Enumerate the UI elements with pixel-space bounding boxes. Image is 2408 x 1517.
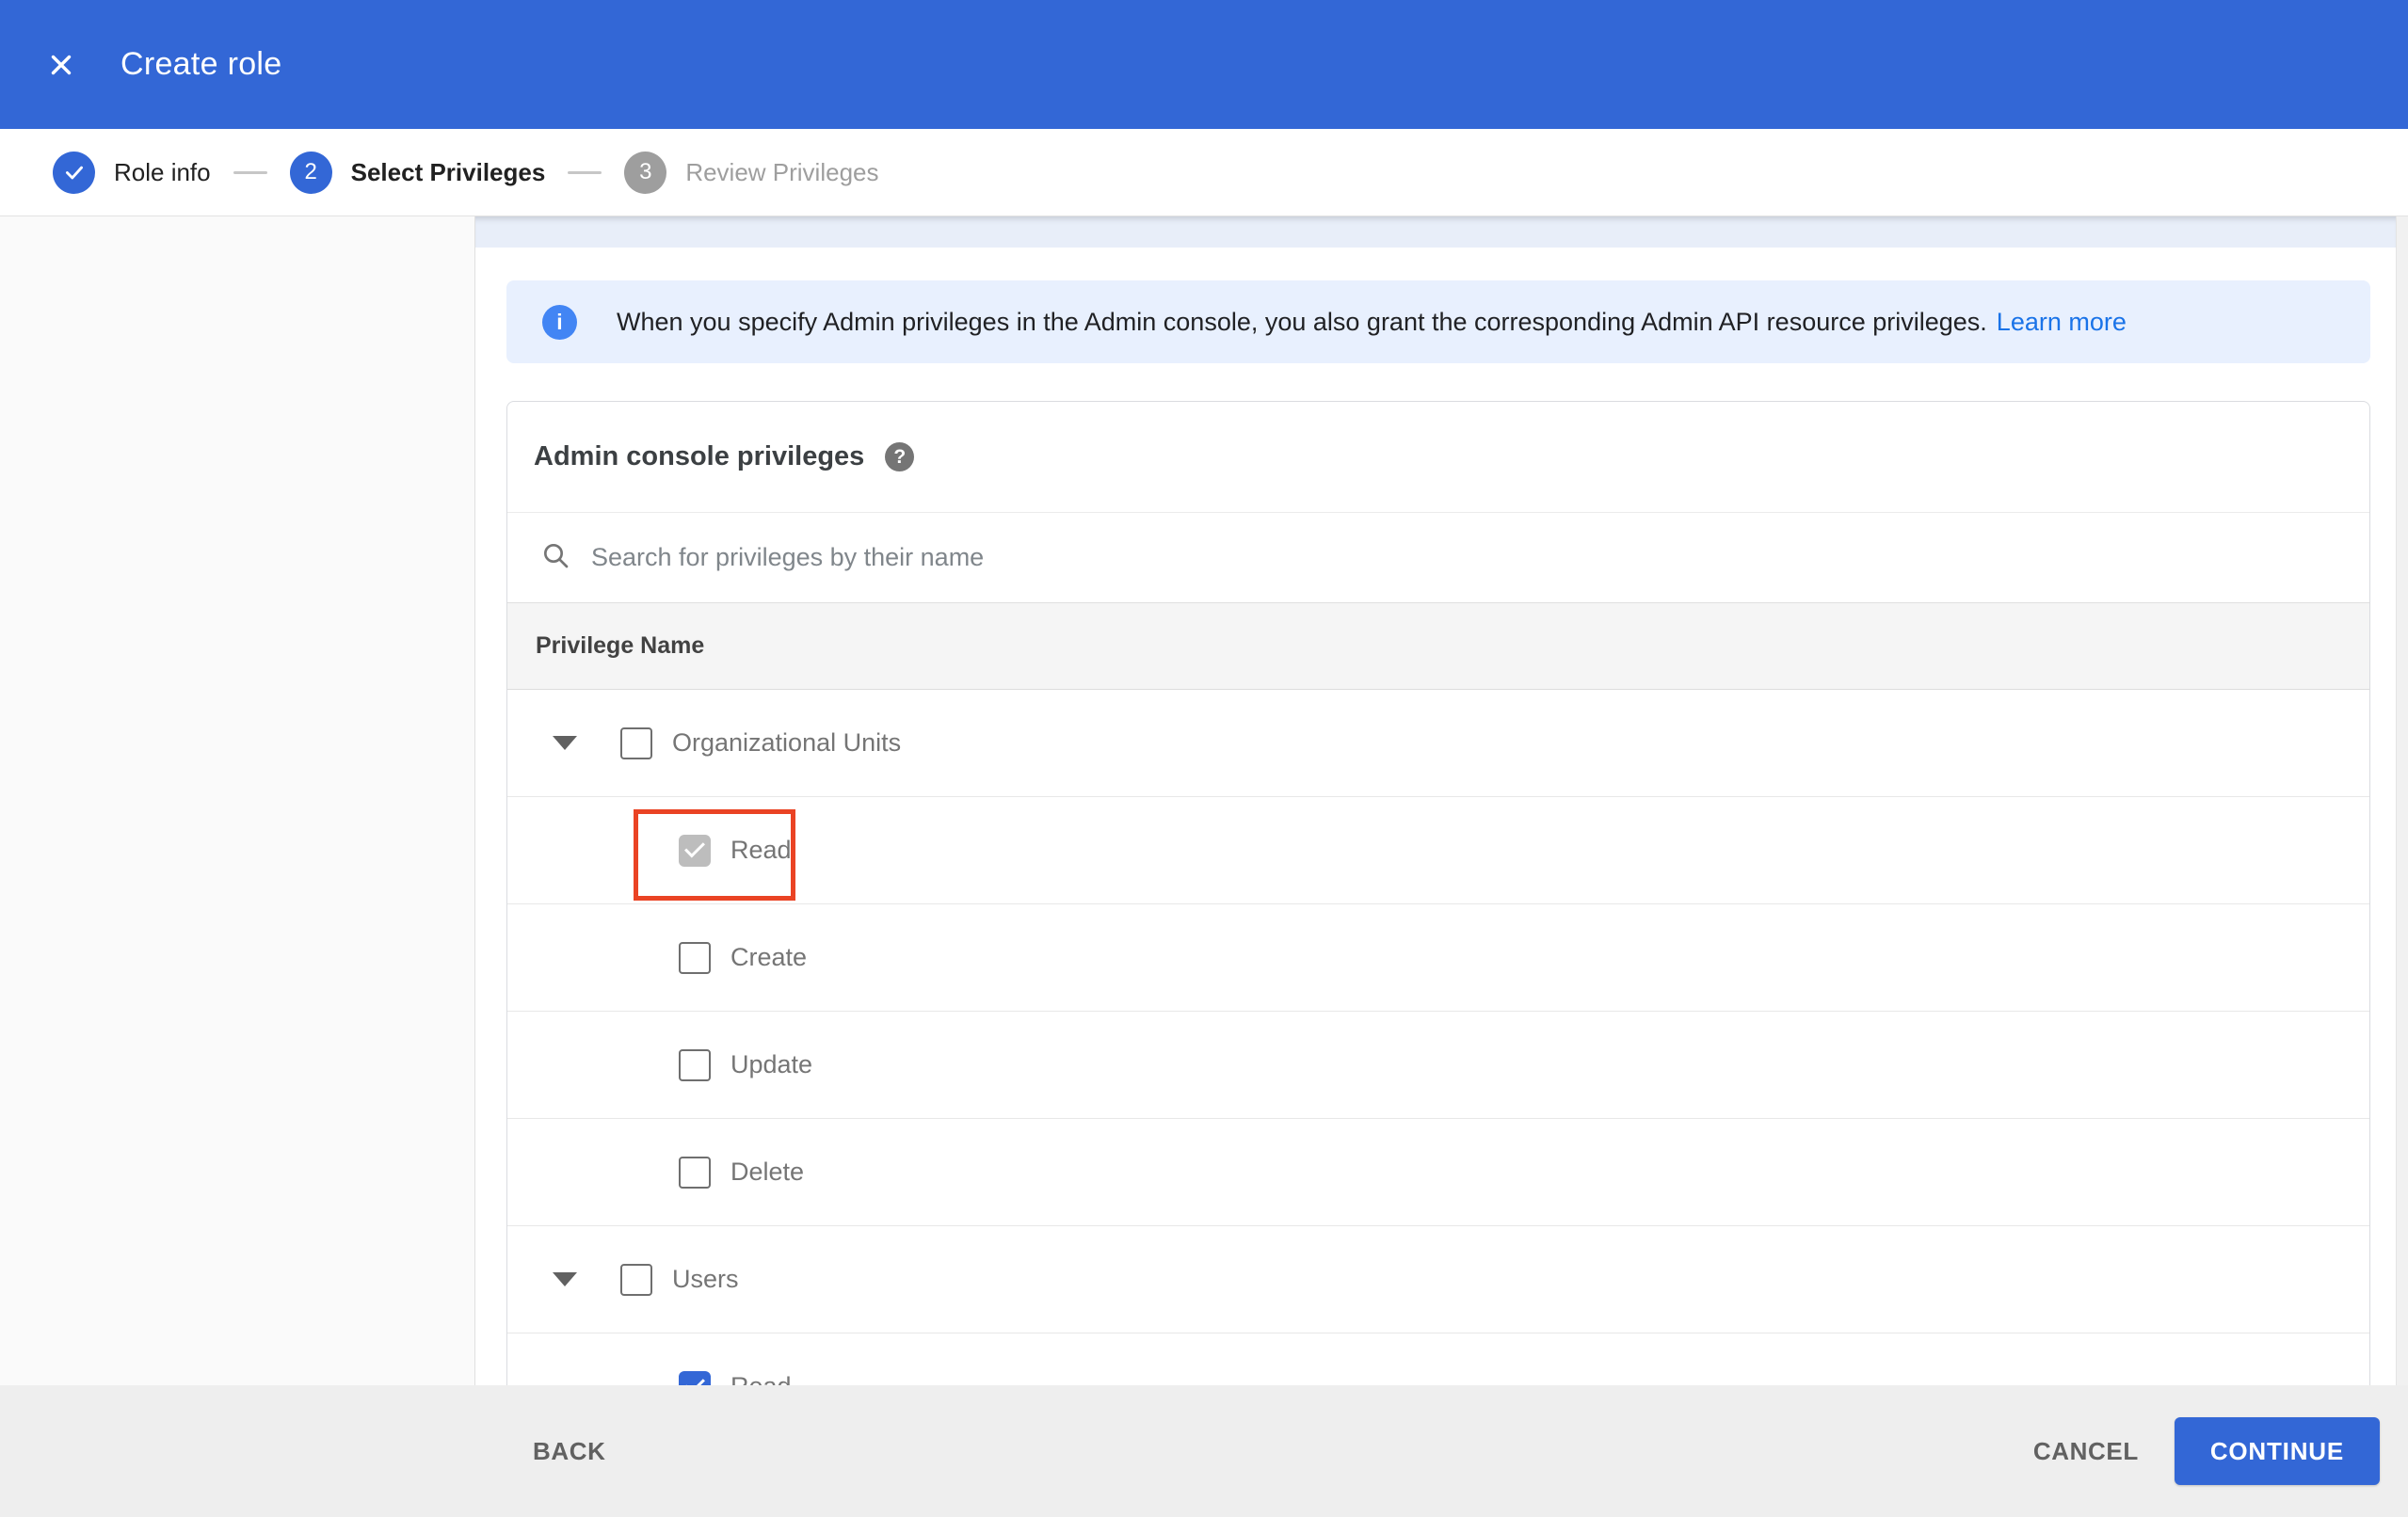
privilege-label: Users (672, 1265, 739, 1293)
step-number: 2 (289, 151, 332, 194)
continue-button[interactable]: CONTINUE (2174, 1417, 2380, 1485)
checkbox-users[interactable] (620, 1263, 652, 1296)
info-banner: i When you specify Admin privileges in t… (506, 280, 2370, 363)
step-review-privileges[interactable]: 3 Review Privileges (624, 151, 879, 194)
privileges-card: Admin console privileges ? Privilege Nam… (506, 401, 2370, 1385)
scrolled-content-peek (475, 216, 2396, 248)
checkbox-update[interactable] (679, 1048, 711, 1081)
help-icon[interactable]: ? (885, 442, 915, 471)
app-bar: Create role (0, 0, 2408, 129)
scrollbar[interactable] (2396, 216, 2408, 1385)
table-row-read-org-units: Read (507, 797, 2369, 904)
privilege-label: Update (730, 1050, 813, 1078)
checkbox-create[interactable] (679, 941, 711, 974)
left-panel (0, 216, 475, 1385)
scroll-area: i When you specify Admin privileges in t… (475, 216, 2396, 1385)
table-row-create: Create (507, 904, 2369, 1012)
close-icon[interactable] (40, 43, 83, 87)
card-title-row: Admin console privileges ? (507, 402, 2369, 513)
footer-bar: BACK CANCEL CONTINUE (0, 1385, 2408, 1517)
page-title: Create role (120, 46, 282, 82)
search-icon (540, 540, 570, 575)
caret-down-icon[interactable] (553, 1272, 577, 1286)
step-connector (568, 170, 602, 174)
checkbox-read-users-checked[interactable] (679, 1370, 711, 1385)
step-number: 3 (624, 151, 667, 194)
step-select-privileges[interactable]: 2 Select Privileges (289, 151, 546, 194)
table-row-delete: Delete (507, 1119, 2369, 1226)
step-connector (233, 170, 267, 174)
learn-more-link[interactable]: Learn more (1997, 308, 2127, 336)
column-header-privilege-name: Privilege Name (536, 632, 705, 659)
search-input[interactable] (591, 543, 1627, 572)
table-row-organizational-units: Organizational Units (507, 690, 2369, 797)
step-label: Role info (114, 157, 211, 186)
checkbox-read-checked[interactable] (679, 834, 711, 867)
step-label: Review Privileges (685, 157, 879, 186)
cancel-button[interactable]: CANCEL (2033, 1437, 2139, 1466)
privilege-label: Read (730, 836, 792, 864)
table-header: Privilege Name (507, 602, 2369, 690)
card-title: Admin console privileges (534, 441, 865, 471)
step-check-icon (53, 151, 95, 194)
caret-down-icon[interactable] (553, 736, 577, 750)
privilege-label: Organizational Units (672, 728, 902, 757)
info-banner-message: When you specify Admin privileges in the… (617, 307, 1987, 336)
back-button[interactable]: BACK (533, 1437, 606, 1466)
info-banner-text: When you specify Admin privileges in the… (617, 308, 2127, 337)
privilege-label: Delete (730, 1158, 805, 1186)
table-row-users: Users (507, 1226, 2369, 1333)
privilege-label: Create (730, 943, 808, 971)
privilege-label: Read (730, 1372, 792, 1385)
search-row (507, 513, 2369, 602)
checkbox-delete[interactable] (679, 1156, 711, 1189)
stepper: Role info 2 Select Privileges 3 Review P… (0, 129, 2408, 216)
step-label: Select Privileges (350, 157, 546, 186)
table-row-read-users: Read (507, 1333, 2369, 1385)
checkbox-organizational-units[interactable] (620, 727, 652, 759)
table-row-update: Update (507, 1012, 2369, 1119)
main-region: i When you specify Admin privileges in t… (0, 216, 2408, 1385)
step-role-info[interactable]: Role info (53, 151, 211, 194)
info-icon: i (542, 304, 577, 340)
